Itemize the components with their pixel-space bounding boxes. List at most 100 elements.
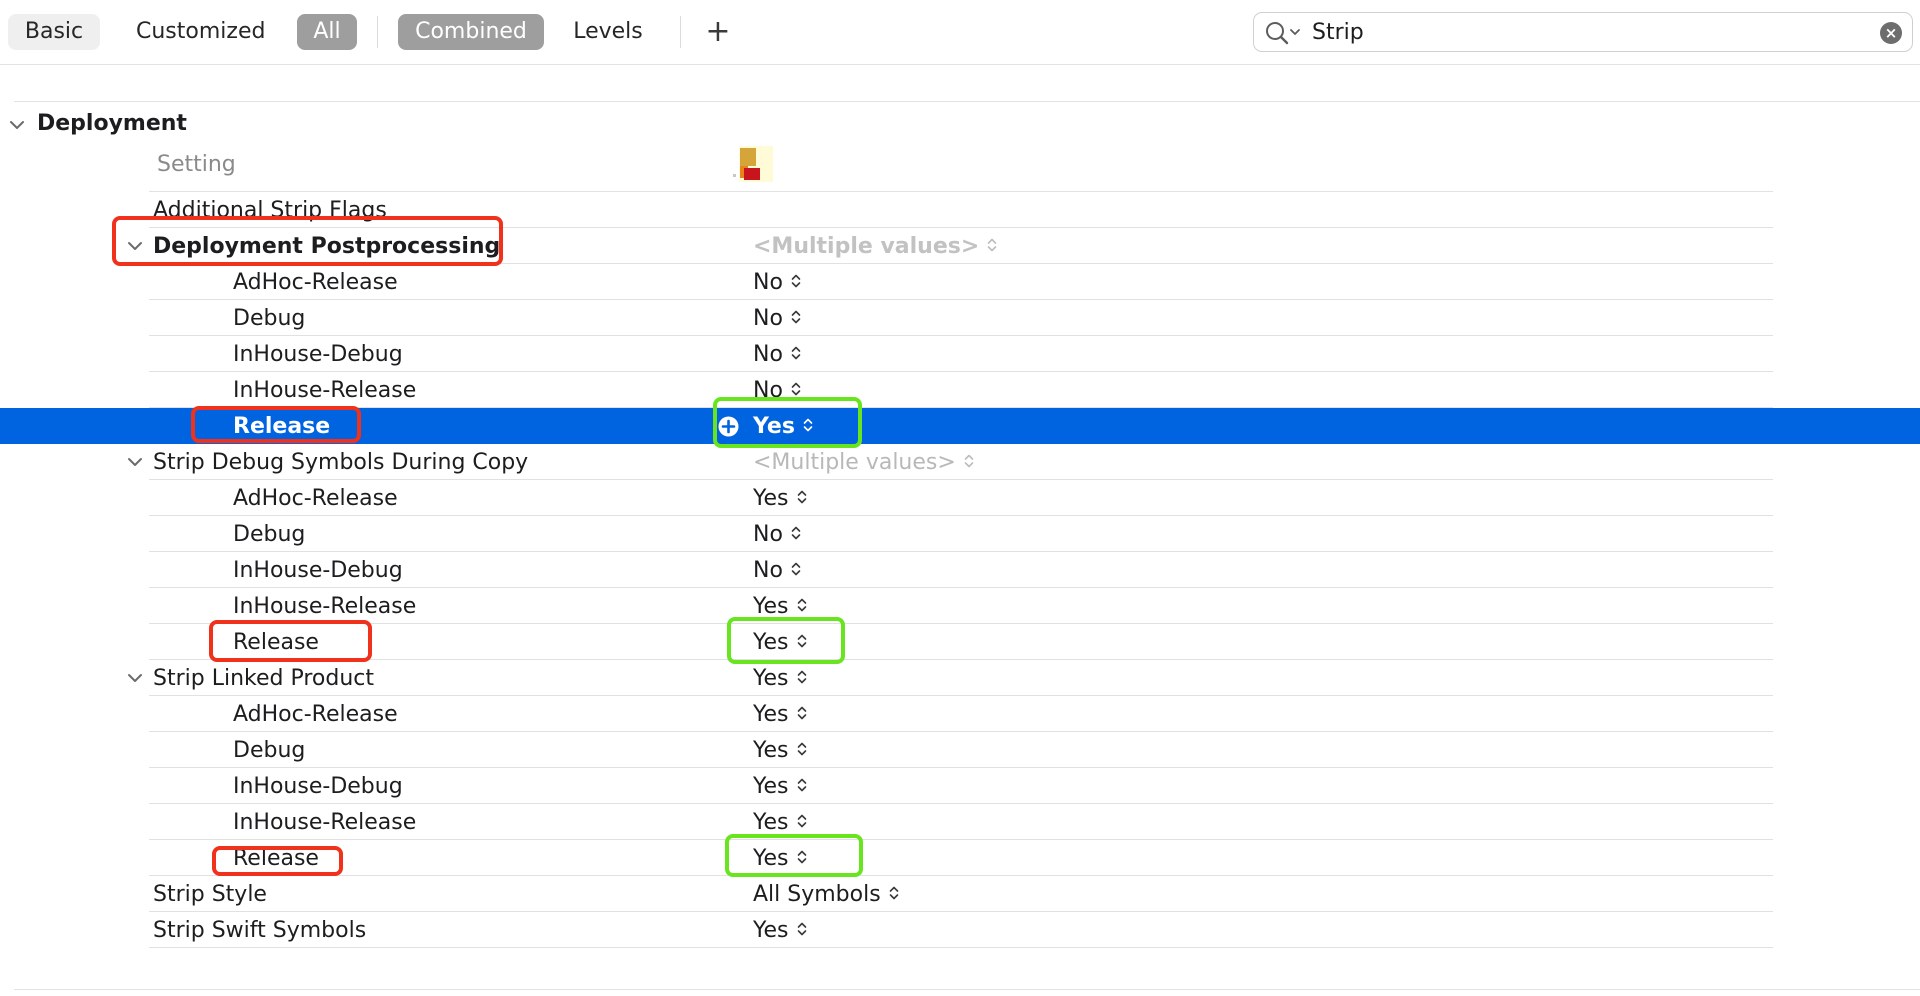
stepper-icon bbox=[797, 634, 806, 648]
setting-row[interactable]: Strip Debug Symbols During Copy <Multiple… bbox=[0, 444, 1920, 480]
setting-value: No bbox=[753, 306, 783, 331]
setting-value: No bbox=[753, 270, 783, 295]
setting-value-popup[interactable]: Yes bbox=[753, 774, 807, 800]
setting-value-popup[interactable]: No bbox=[753, 342, 801, 368]
setting-row[interactable]: Debug No bbox=[0, 516, 1920, 552]
setting-row[interactable]: Release Yes bbox=[0, 408, 1920, 444]
search-field[interactable]: × bbox=[1253, 12, 1913, 52]
setting-row[interactable]: Release Yes bbox=[0, 840, 1920, 876]
tab-basic[interactable]: Basic bbox=[8, 14, 100, 50]
toolbar-divider bbox=[680, 16, 681, 48]
setting-row[interactable]: InHouse-Release No bbox=[0, 372, 1920, 408]
setting-name: Strip Debug Symbols During Copy bbox=[153, 450, 529, 475]
tab-combined[interactable]: Combined bbox=[398, 14, 544, 50]
setting-row[interactable]: Debug No bbox=[0, 300, 1920, 336]
chevron-down-icon[interactable] bbox=[126, 237, 144, 255]
setting-row[interactable]: Strip Swift Symbols Yes bbox=[0, 912, 1920, 948]
setting-value: No bbox=[753, 558, 783, 583]
stepper-icon bbox=[791, 562, 801, 576]
chevron-down-icon[interactable] bbox=[126, 453, 144, 471]
setting-value-popup[interactable]: No bbox=[753, 558, 801, 584]
stepper-icon bbox=[797, 850, 806, 864]
setting-name: InHouse-Release bbox=[233, 594, 417, 619]
build-settings-toolbar: Basic Customized All Combined Levels + × bbox=[0, 0, 1920, 65]
setting-row[interactable]: Deployment Postprocessing <Multiple value… bbox=[0, 228, 1920, 264]
setting-value: <Multiple values> bbox=[753, 450, 956, 475]
stepper-icon bbox=[791, 310, 801, 324]
stepper-icon bbox=[987, 238, 997, 252]
setting-value-popup[interactable]: No bbox=[753, 378, 801, 404]
add-condition-icon[interactable] bbox=[718, 416, 739, 437]
stepper-icon bbox=[797, 706, 806, 720]
search-icon[interactable] bbox=[1264, 19, 1308, 47]
setting-value-popup[interactable]: Yes bbox=[753, 702, 807, 728]
setting-name: AdHoc-Release bbox=[233, 486, 398, 511]
setting-name: Release bbox=[233, 846, 319, 871]
setting-row[interactable]: InHouse-Release Yes bbox=[0, 804, 1920, 840]
tab-all[interactable]: All bbox=[297, 14, 357, 50]
setting-value-popup[interactable]: Yes bbox=[753, 846, 807, 872]
setting-row[interactable]: InHouse-Debug No bbox=[0, 552, 1920, 588]
stepper-icon bbox=[964, 454, 974, 468]
search-input[interactable] bbox=[1312, 17, 1832, 47]
setting-value-popup[interactable]: <Multiple values> bbox=[753, 450, 974, 476]
setting-row[interactable]: InHouse-Debug Yes bbox=[0, 768, 1920, 804]
setting-row[interactable]: InHouse-Debug No bbox=[0, 336, 1920, 372]
setting-name: Debug bbox=[233, 306, 306, 331]
chevron-down-icon[interactable] bbox=[8, 116, 26, 134]
setting-value-popup[interactable]: <Multiple values> bbox=[753, 234, 997, 260]
setting-row[interactable]: InHouse-Release Yes bbox=[0, 588, 1920, 624]
tab-levels[interactable]: Levels bbox=[558, 14, 658, 50]
setting-name: InHouse-Debug bbox=[233, 342, 403, 367]
setting-value-popup[interactable]: Yes bbox=[753, 594, 807, 620]
section-title: Deployment bbox=[37, 111, 187, 136]
stepper-icon bbox=[791, 382, 801, 396]
setting-value-popup[interactable]: Yes bbox=[753, 630, 807, 656]
stepper-icon bbox=[797, 742, 806, 756]
column-header-setting: Setting bbox=[157, 152, 236, 177]
stepper-icon bbox=[791, 274, 801, 288]
setting-name: Strip Linked Product bbox=[153, 666, 374, 691]
setting-value: No bbox=[753, 342, 783, 367]
setting-value: All Symbols bbox=[753, 882, 881, 907]
setting-value-popup[interactable]: No bbox=[753, 306, 801, 332]
stepper-icon bbox=[797, 598, 806, 612]
stepper-icon bbox=[803, 418, 813, 432]
setting-row[interactable]: Strip Linked Product Yes bbox=[0, 660, 1920, 696]
setting-value: No bbox=[753, 522, 783, 547]
tab-customized[interactable]: Customized bbox=[118, 14, 283, 50]
setting-value: Yes bbox=[753, 774, 789, 799]
setting-row[interactable]: Release Yes bbox=[0, 624, 1920, 660]
setting-name: InHouse-Release bbox=[233, 810, 417, 835]
setting-row[interactable]: AdHoc-Release Yes bbox=[0, 696, 1920, 732]
setting-value-popup[interactable]: All Symbols bbox=[753, 882, 899, 908]
setting-value-popup[interactable]: No bbox=[753, 270, 801, 296]
setting-value: <Multiple values> bbox=[753, 234, 980, 259]
clear-search-icon[interactable]: × bbox=[1880, 22, 1902, 44]
setting-name: AdHoc-Release bbox=[233, 702, 398, 727]
setting-value: Yes bbox=[753, 702, 789, 727]
setting-value-popup[interactable]: Yes bbox=[753, 810, 807, 836]
chevron-down-icon[interactable] bbox=[126, 669, 144, 687]
setting-name: Debug bbox=[233, 738, 306, 763]
add-setting-button[interactable]: + bbox=[700, 14, 736, 50]
setting-value-popup[interactable]: Yes bbox=[753, 738, 807, 764]
setting-name: Release bbox=[233, 414, 331, 439]
setting-name: Strip Style bbox=[153, 882, 267, 907]
divider bbox=[14, 989, 1920, 990]
setting-value: Yes bbox=[753, 486, 789, 511]
setting-row[interactable]: Debug Yes bbox=[0, 732, 1920, 768]
setting-value-popup[interactable]: Yes bbox=[753, 486, 807, 512]
setting-value-popup[interactable]: Yes bbox=[753, 918, 807, 944]
stepper-icon bbox=[889, 886, 898, 900]
setting-row[interactable]: Strip Style All Symbols bbox=[0, 876, 1920, 912]
setting-row[interactable]: AdHoc-Release Yes bbox=[0, 480, 1920, 516]
setting-value-popup[interactable]: Yes bbox=[753, 414, 813, 440]
setting-value-popup[interactable]: Yes bbox=[753, 666, 807, 692]
setting-row[interactable]: Additional Strip Flags bbox=[0, 192, 1920, 228]
setting-value-popup[interactable]: No bbox=[753, 522, 801, 548]
setting-row[interactable]: AdHoc-Release No bbox=[0, 264, 1920, 300]
setting-value: Yes bbox=[753, 738, 789, 763]
stepper-icon bbox=[797, 922, 806, 936]
stepper-icon bbox=[791, 346, 801, 360]
